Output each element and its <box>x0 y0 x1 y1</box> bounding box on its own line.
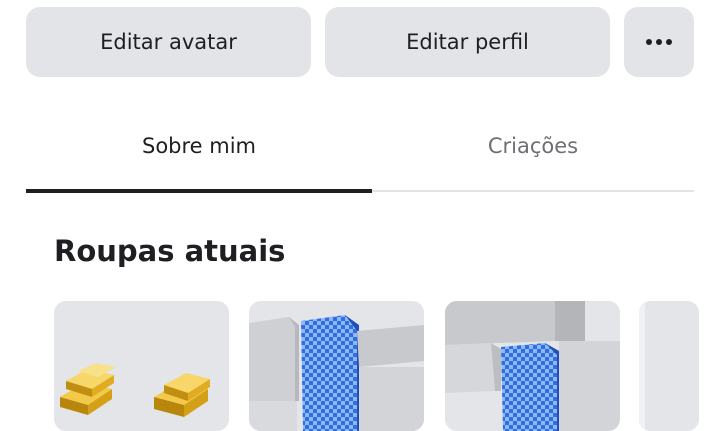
tab-criacoes-label: Criações <box>487 134 579 158</box>
tab-criacoes[interactable]: Criações <box>372 120 694 172</box>
tab-sobre-mim[interactable]: Sobre mim <box>26 120 372 172</box>
more-options-button[interactable] <box>624 7 694 77</box>
edit-profile-label: Editar perfil <box>406 30 529 54</box>
edit-avatar-button[interactable]: Editar avatar <box>26 7 311 77</box>
tab-sobre-mim-label: Sobre mim <box>141 134 257 158</box>
edit-profile-button[interactable]: Editar perfil <box>325 7 610 77</box>
active-tab-indicator <box>26 189 372 193</box>
edit-avatar-label: Editar avatar <box>100 30 237 54</box>
more-horizontal-icon <box>646 39 672 45</box>
section-title: Roupas atuais <box>54 234 286 268</box>
